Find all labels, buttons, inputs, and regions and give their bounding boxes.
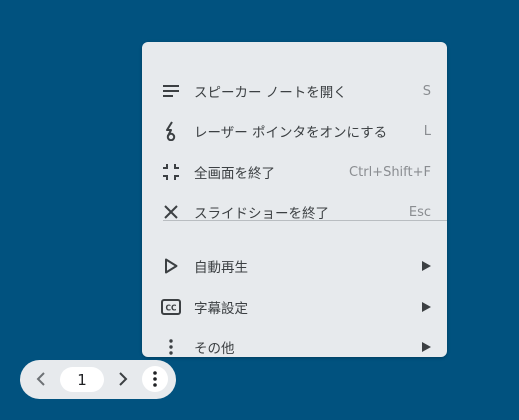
menu-item-label: 自動再生: [194, 260, 248, 276]
submenu-arrow-icon: [422, 342, 431, 352]
chevron-left-icon[interactable]: [31, 369, 51, 389]
submenu-arrow-icon: [422, 261, 431, 271]
more-vert-icon[interactable]: [142, 366, 168, 392]
slideshow-options-menu: スピーカー ノートを開く S レーザー ポインタをオンにする L 全画面を終了 …: [142, 42, 447, 357]
menu-item-laser-pointer[interactable]: レーザー ポインタをオンにする L: [142, 111, 447, 151]
svg-text:CC: CC: [165, 304, 177, 313]
laser-pointer-icon: [161, 121, 181, 141]
menu-item-shortcut: Esc: [408, 204, 431, 220]
menu-item-end-slideshow[interactable]: スライドショーを終了 Esc: [142, 192, 447, 232]
menu-item-caption-settings[interactable]: CC 字幕設定: [142, 287, 447, 327]
closed-captions-icon: CC: [161, 297, 181, 317]
menu-item-shortcut: L: [423, 123, 431, 139]
menu-item-label: その他: [194, 341, 235, 357]
menu-item-shortcut: S: [422, 83, 431, 99]
submenu-arrow-icon: [422, 302, 431, 312]
menu-item-label: 字幕設定: [194, 301, 248, 317]
menu-item-speaker-notes[interactable]: スピーカー ノートを開く S: [142, 71, 447, 111]
page-number[interactable]: 1: [60, 367, 104, 392]
notes-icon: [161, 81, 181, 101]
chevron-right-icon[interactable]: [113, 369, 133, 389]
presentation-stage: スピーカー ノートを開く S レーザー ポインタをオンにする L 全画面を終了 …: [0, 0, 519, 420]
menu-item-autoplay[interactable]: 自動再生: [142, 246, 447, 286]
exit-fullscreen-icon: [161, 162, 181, 182]
menu-item-label: レーザー ポインタをオンにする: [194, 125, 388, 141]
menu-item-label: スライドショーを終了: [194, 206, 329, 222]
play-icon: [161, 256, 181, 276]
menu-item-shortcut: Ctrl+Shift+F: [349, 164, 431, 180]
more-vert-icon: [161, 337, 181, 357]
menu-item-label: 全画面を終了: [194, 166, 275, 182]
menu-item-label: スピーカー ノートを開く: [194, 85, 347, 101]
menu-item-exit-fullscreen[interactable]: 全画面を終了 Ctrl+Shift+F: [142, 152, 447, 192]
menu-item-more[interactable]: その他: [142, 327, 447, 367]
close-icon: [161, 202, 181, 222]
menu-divider: [163, 220, 447, 221]
slide-navigation-bar: 1: [20, 360, 176, 399]
